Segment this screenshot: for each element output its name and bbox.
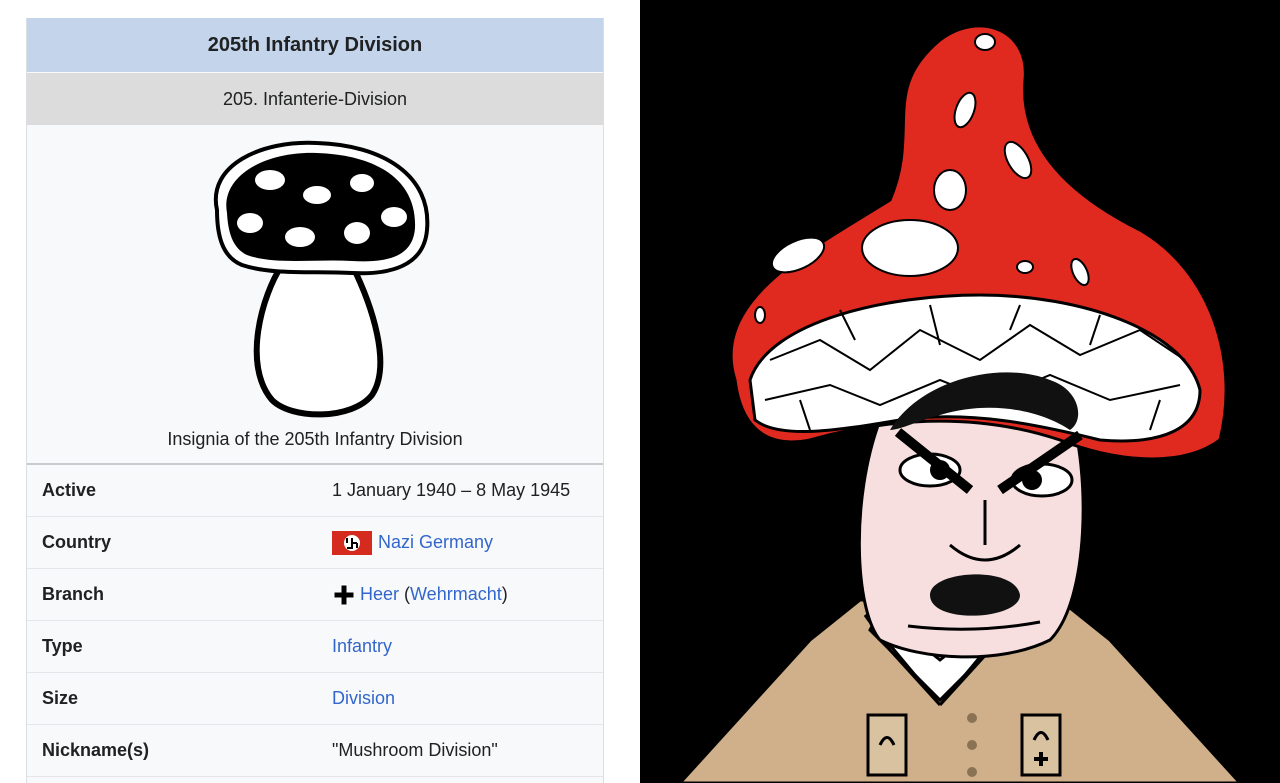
row-size: Size Division — [27, 673, 603, 725]
insignia-caption: Insignia of the 205th Infantry Division — [167, 429, 463, 449]
paren-close: ) — [501, 584, 508, 604]
row-value: Nazi Germany — [317, 530, 603, 555]
infobox-panel: 205th Infantry Division 205. Infanterie-… — [0, 0, 640, 783]
mushroom-man-illustration — [677, 24, 1243, 783]
row-active: Active 1 January 1940 – 8 May 1945 — [27, 465, 603, 517]
mushroom-insignia-icon[interactable] — [202, 135, 432, 425]
row-value: "Mushroom Division" — [332, 740, 498, 760]
country-link[interactable]: Nazi Germany — [378, 532, 493, 553]
row-label: Nickname(s) — [42, 740, 150, 760]
row-label: Country — [42, 532, 111, 552]
row-branch: Branch Heer ( Wehrmacht ) — [27, 569, 603, 621]
cross-icon[interactable] — [332, 583, 356, 607]
heer-link[interactable]: Heer — [360, 584, 399, 605]
row-country: Country Nazi Germany — [27, 517, 603, 569]
infantry-link[interactable]: Infantry — [317, 636, 603, 657]
insignia-image-cell: Insignia of the 205th Infantry Division — [27, 125, 603, 465]
infobox: 205th Infantry Division 205. Infanterie-… — [26, 18, 604, 783]
row-label: Size — [42, 688, 79, 708]
division-link[interactable]: Division — [317, 688, 603, 709]
row-label: Active — [42, 480, 97, 500]
row-value: Heer ( Wehrmacht ) — [317, 583, 603, 607]
row-value: 1 January 1940 – 8 May 1945 — [332, 480, 571, 500]
infobox-title: 205th Infantry Division — [27, 18, 603, 72]
row-label: Type — [42, 636, 83, 656]
row-label: Branch — [42, 584, 105, 604]
illustration-panel — [640, 0, 1280, 783]
infobox-subtitle: 205. Infanterie-Division — [27, 72, 603, 125]
flag-icon[interactable] — [332, 530, 372, 555]
row-type: Type Infantry — [27, 621, 603, 673]
row-nickname: Nickname(s) "Mushroom Division" — [27, 725, 603, 777]
paren-open: ( — [399, 584, 411, 604]
wehrmacht-link[interactable]: Wehrmacht — [410, 584, 502, 605]
